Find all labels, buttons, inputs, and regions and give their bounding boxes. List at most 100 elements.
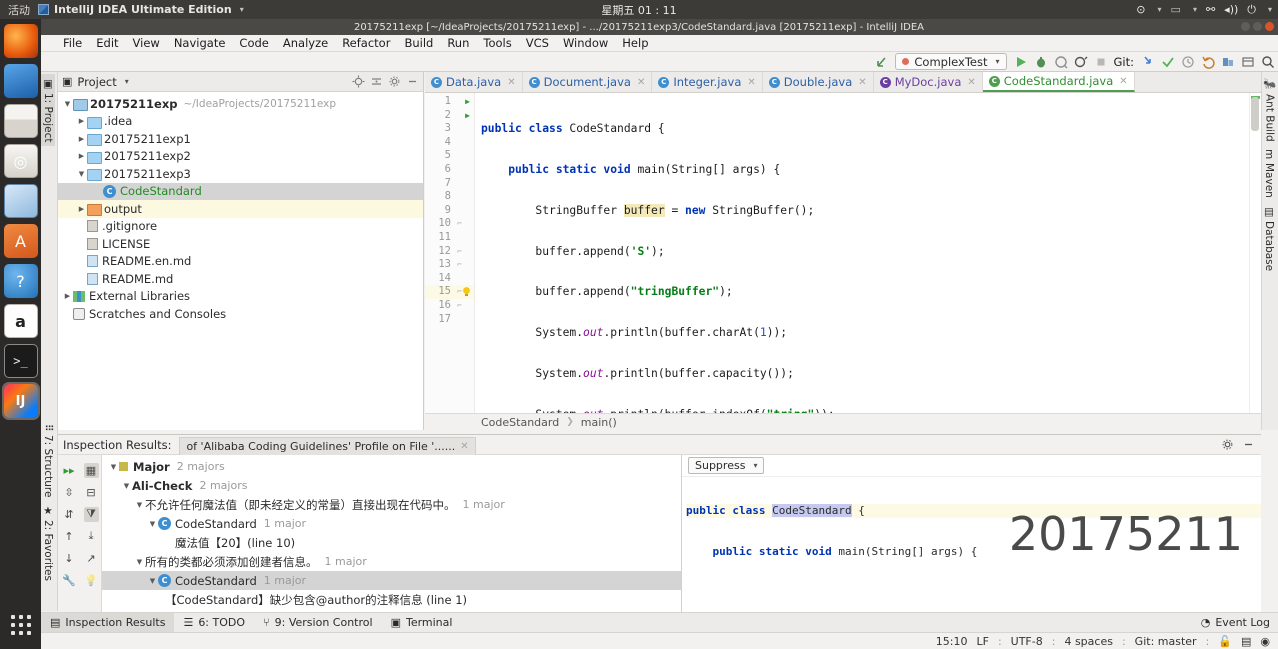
maximize-button[interactable]: [1253, 22, 1262, 31]
sidebar-item-maven[interactable]: m Maven: [1262, 145, 1276, 201]
sidebar-item-database[interactable]: ▤ Database: [1262, 202, 1276, 275]
fold-icon[interactable]: ⌐: [457, 217, 462, 231]
dock-item-thunderbird[interactable]: [3, 64, 38, 98]
indent-setting[interactable]: 4 spaces: [1064, 635, 1113, 648]
gutter-line[interactable]: 7: [425, 177, 474, 191]
file-encoding[interactable]: UTF-8: [1011, 635, 1043, 648]
close-icon[interactable]: ✕: [460, 441, 468, 452]
tab-double-java[interactable]: C Double.java ✕: [763, 72, 874, 92]
gutter-line[interactable]: 5: [425, 149, 474, 163]
fold-icon[interactable]: ⌐: [457, 299, 462, 313]
scrollbar-thumb[interactable]: [1251, 97, 1259, 131]
tree-item-readme[interactable]: README.md: [58, 270, 423, 288]
menu-vcs[interactable]: VCS: [519, 35, 556, 51]
autoscroll-icon[interactable]: ⤓: [84, 529, 99, 544]
menu-build[interactable]: Build: [397, 35, 440, 51]
tree-item-gitignore[interactable]: .gitignore: [58, 218, 423, 236]
breadcrumb-method[interactable]: main(): [581, 416, 617, 429]
open-editor-icon[interactable]: ↗: [84, 551, 99, 566]
hide-panel-icon[interactable]: [1242, 438, 1255, 454]
gutter-line[interactable]: ⌐ 13: [425, 258, 474, 272]
inspection-toggle-icon[interactable]: ◉: [1260, 635, 1270, 648]
menu-refactor[interactable]: Refactor: [335, 35, 397, 51]
gutter-line[interactable]: 17: [425, 313, 474, 327]
menu-tools[interactable]: Tools: [476, 35, 518, 51]
chevron-down-icon[interactable]: ▾: [1268, 5, 1272, 14]
bottom-tab-todo[interactable]: ☰ 6: TODO: [174, 613, 254, 633]
active-app-menu[interactable]: IntelliJ IDEA Ultimate Edition ▾: [38, 3, 244, 16]
export-icon[interactable]: ⊟: [84, 485, 99, 500]
chevron-right-icon[interactable]: ▶: [76, 152, 87, 160]
run-configuration-selector[interactable]: ComplexTest ▾: [895, 53, 1007, 70]
volume-icon[interactable]: ◂)): [1224, 3, 1238, 16]
gutter-line[interactable]: ▶ 2: [425, 109, 474, 123]
chevron-down-icon[interactable]: ▼: [121, 482, 132, 490]
gutter-line[interactable]: ⌐ 15: [425, 285, 474, 299]
chevron-down-icon[interactable]: ▼: [108, 463, 119, 471]
tree-item-license[interactable]: LICENSE: [58, 235, 423, 253]
group-by-severity-icon[interactable]: ▦: [83, 462, 99, 478]
dock-item-intellij-idea[interactable]: IJ: [1, 382, 40, 420]
rollback-icon[interactable]: [1201, 55, 1215, 69]
back-arrow-icon[interactable]: [875, 55, 888, 68]
dock-item-files[interactable]: [3, 104, 38, 138]
menu-file[interactable]: File: [56, 35, 89, 51]
dock-item-help[interactable]: ?: [3, 264, 38, 298]
dock-item-rhythmbox[interactable]: ◎: [3, 144, 38, 178]
inspection-problem-magic-value[interactable]: 魔法值【20】(line 10): [102, 533, 681, 552]
caret-position[interactable]: 15:10: [936, 635, 968, 648]
fold-icon[interactable]: ⌐: [457, 245, 462, 259]
settings-icon[interactable]: [1221, 55, 1234, 68]
layout-icon[interactable]: [1241, 55, 1254, 68]
bottom-tab-terminal[interactable]: ▣ Terminal: [382, 613, 462, 633]
breadcrumb-class[interactable]: CodeStandard: [481, 416, 559, 429]
gutter-line[interactable]: 4: [425, 136, 474, 150]
tab-mydoc-java[interactable]: C MyDoc.java ✕: [874, 72, 983, 92]
tree-item-scratches[interactable]: Scratches and Consoles: [58, 305, 423, 323]
gutter-line[interactable]: ⌐ 10: [425, 217, 474, 231]
dock-item-terminal[interactable]: >_: [3, 344, 38, 378]
suppress-button[interactable]: Suppress ▾: [688, 457, 765, 474]
update-project-icon[interactable]: [1141, 55, 1154, 68]
chevron-down-icon[interactable]: ▼: [76, 170, 87, 178]
gutter-line[interactable]: 6: [425, 163, 474, 177]
source-code[interactable]: public class CodeStandard { public stati…: [475, 93, 1261, 413]
gutter-line[interactable]: ⌐ 12: [425, 245, 474, 259]
close-icon[interactable]: ✕: [1119, 76, 1127, 87]
tab-document-java[interactable]: C Document.java ✕: [523, 72, 653, 92]
fold-icon[interactable]: ⌐: [457, 258, 462, 272]
bulb-icon[interactable]: 💡: [84, 573, 99, 588]
run-gutter-icon[interactable]: ▶: [465, 109, 470, 123]
search-everywhere-icon[interactable]: [1261, 55, 1274, 68]
chevron-right-icon[interactable]: ▶: [76, 205, 87, 213]
dock-item-amazon[interactable]: a: [3, 304, 38, 338]
chevron-right-icon[interactable]: ▶: [62, 292, 73, 300]
profile-icon[interactable]: [1074, 55, 1087, 68]
tab-integer-java[interactable]: C Integer.java ✕: [652, 72, 763, 92]
sidebar-item-favorites[interactable]: ★ 2: Favorites: [41, 501, 55, 585]
gutter-line[interactable]: 11: [425, 231, 474, 245]
power-icon[interactable]: ⏻: [1247, 3, 1256, 17]
tree-item-readme-en[interactable]: README.en.md: [58, 253, 423, 271]
close-icon[interactable]: ✕: [507, 77, 515, 88]
input-method-icon[interactable]: ▭: [1171, 3, 1181, 16]
code-editor[interactable]: ▶ 1 ▶ 2 3 4 5 6 7 8 9 ⌐ 10 11 ⌐ 12 ⌐ 13 14 ⌐: [425, 93, 1261, 413]
close-icon[interactable]: ✕: [967, 77, 975, 88]
tree-item-output[interactable]: ▶ output: [58, 200, 423, 218]
fold-icon[interactable]: ⌐: [457, 285, 462, 299]
line-number-gutter[interactable]: ▶ 1 ▶ 2 3 4 5 6 7 8 9 ⌐ 10 11 ⌐ 12 ⌐ 13 14 ⌐: [425, 93, 475, 413]
tree-item-exp1[interactable]: ▶ 20175211exp1: [58, 130, 423, 148]
chevron-down-icon[interactable]: ▾: [1193, 5, 1197, 14]
debug-icon[interactable]: [1034, 55, 1047, 68]
chevron-down-icon[interactable]: ▾: [1158, 5, 1162, 14]
chevron-down-icon[interactable]: ▼: [62, 100, 73, 108]
inspection-node-ali-check[interactable]: ▼ Ali-Check 2 majors: [102, 476, 681, 495]
hide-panel-icon[interactable]: [406, 75, 419, 88]
menu-run[interactable]: Run: [440, 35, 476, 51]
chevron-down-icon[interactable]: ▼: [147, 520, 158, 528]
sidebar-item-ant-build[interactable]: 🐜 Ant Build: [1262, 74, 1277, 145]
accessibility-icon[interactable]: ⊙: [1136, 3, 1145, 16]
event-log-button[interactable]: ◔ Event Log: [1201, 616, 1270, 629]
gutter-line[interactable]: 9: [425, 204, 474, 218]
close-button[interactable]: [1265, 22, 1274, 31]
